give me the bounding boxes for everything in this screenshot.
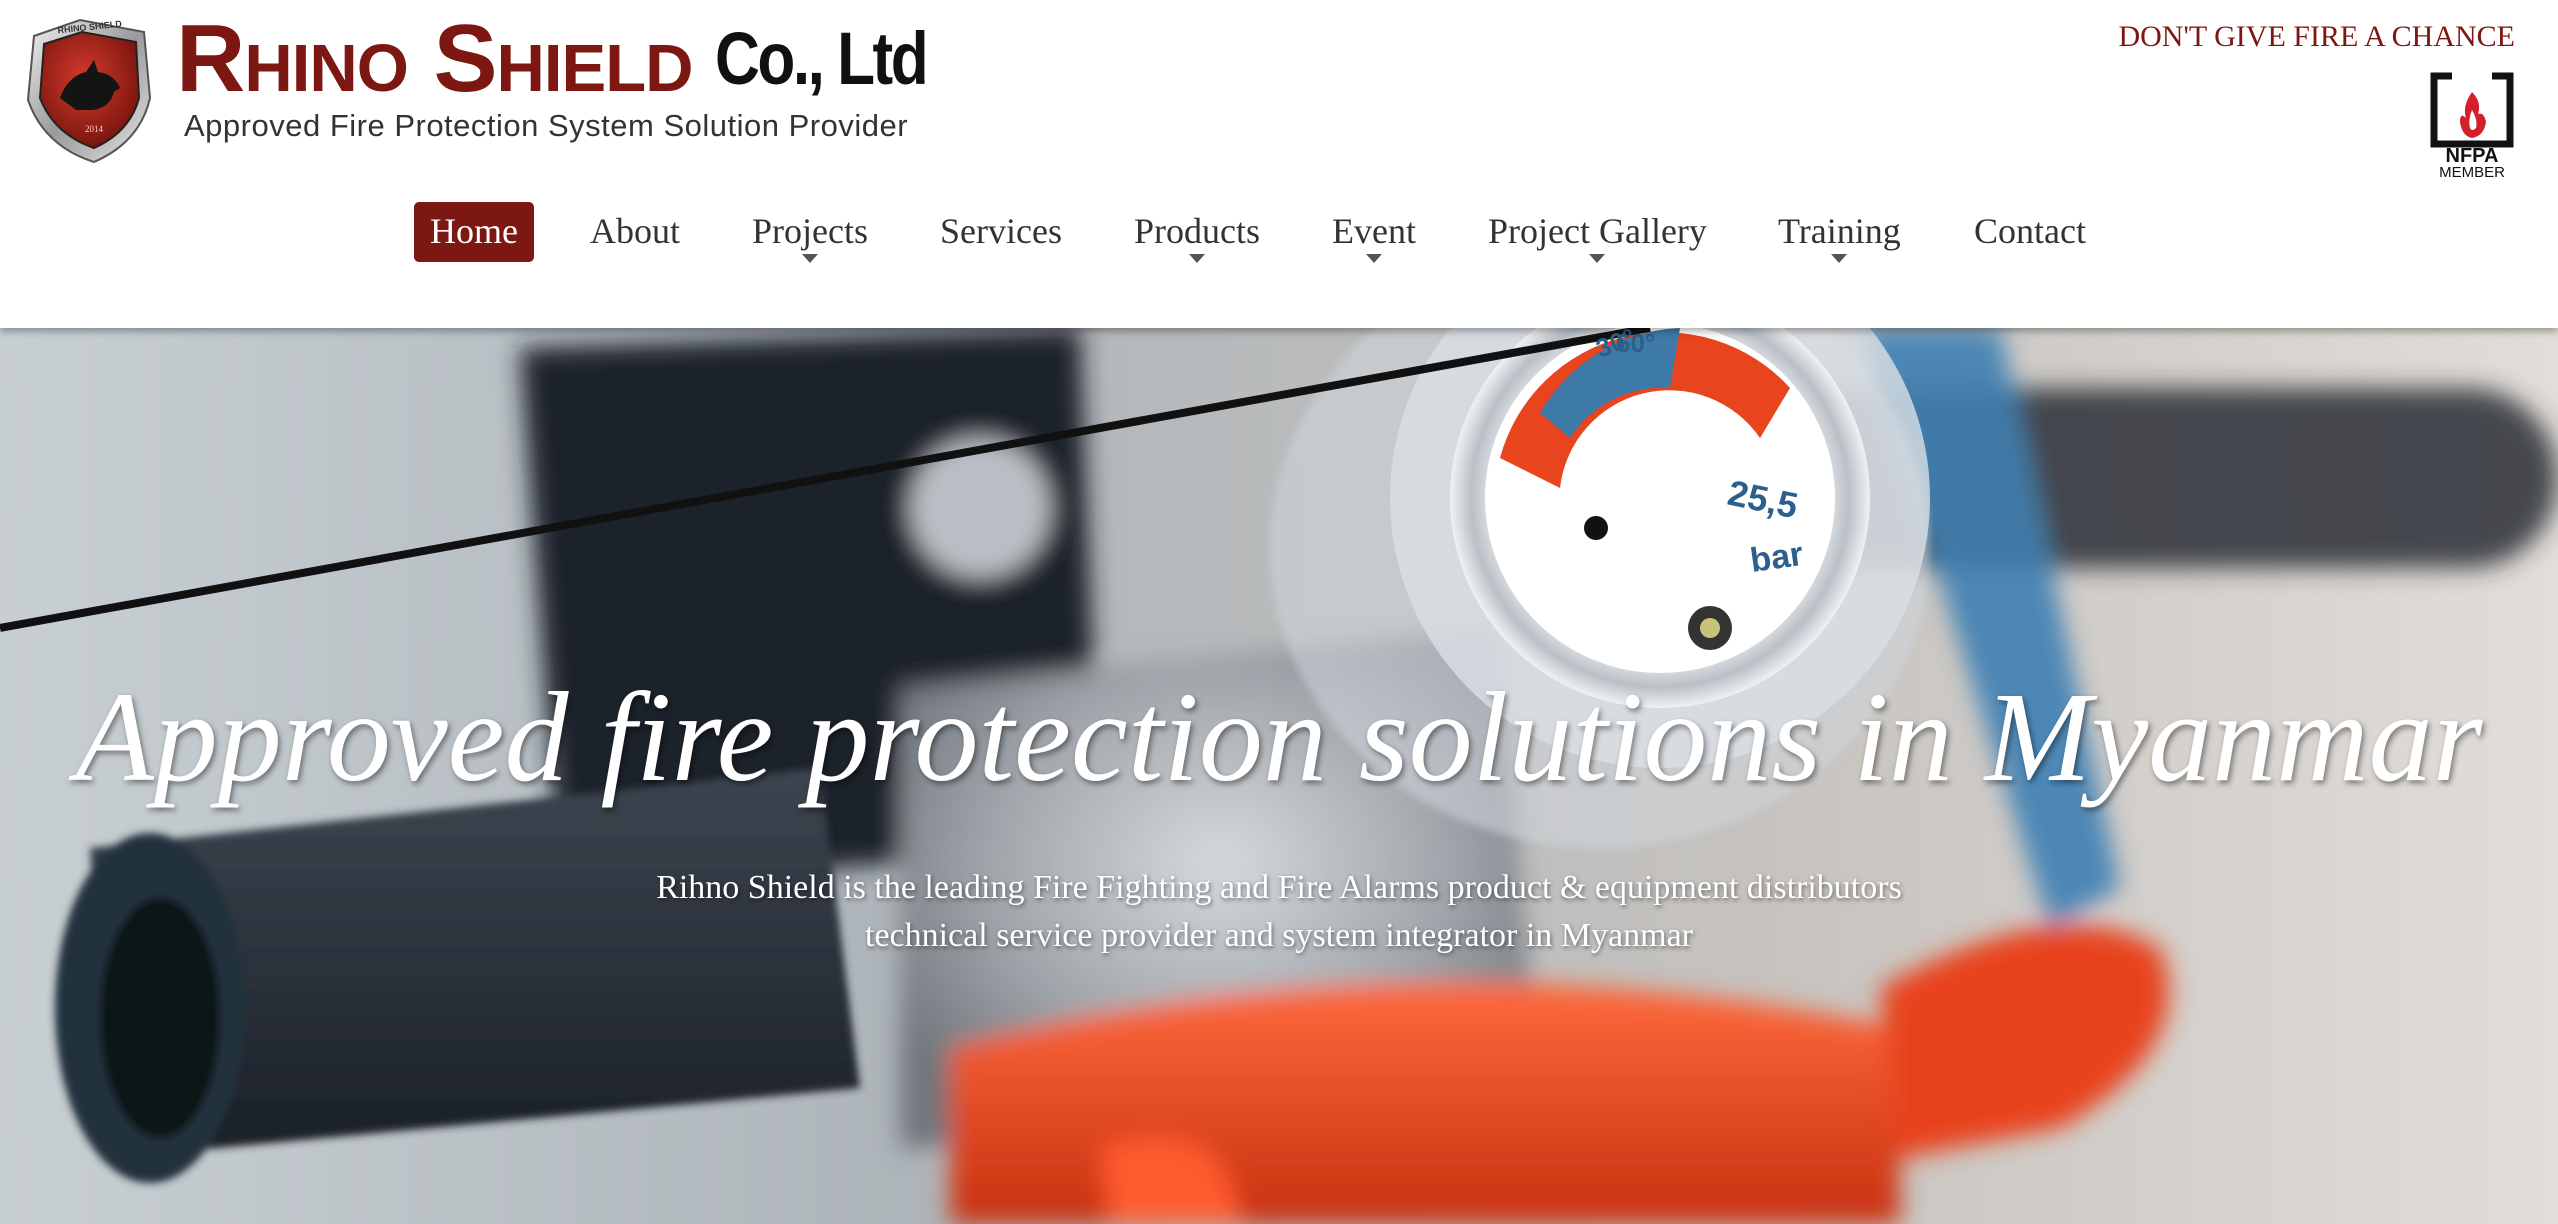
chevron-down-icon — [801, 254, 818, 263]
svg-text:2014: 2014 — [85, 124, 104, 134]
hero-subtitle-line-1: Rihno Shield is the leading Fire Fightin… — [656, 869, 1902, 906]
hero-subtitle-line-2: technical service provider and system in… — [865, 917, 1693, 954]
nav-contact[interactable]: Contact — [1958, 202, 2102, 262]
nav-services[interactable]: Services — [924, 202, 1078, 262]
nav-training-label: Training — [1778, 211, 1901, 251]
header-slogan: DON'T GIVE FIRE A CHANCE — [2118, 20, 2515, 53]
brand-suffix: Co., Ltd — [714, 17, 929, 100]
nav-about-label: About — [590, 211, 680, 251]
brand-title[interactable]: Rhino Shield Co., Ltd — [176, 6, 966, 111]
nav-services-label: Services — [940, 211, 1062, 251]
chevron-down-icon — [1589, 254, 1606, 263]
nav-products[interactable]: Products — [1118, 202, 1276, 263]
nav-projects-label: Projects — [752, 211, 868, 251]
hero-banner: 30° 60° 25,5 bar Approved fire protectio… — [0, 328, 2558, 1224]
nav-training[interactable]: Training — [1762, 202, 1917, 263]
rhino-shield-logo-badge[interactable]: RHINO SHIELD 2014 — [20, 14, 158, 166]
nav-products-label: Products — [1134, 211, 1260, 251]
chevron-down-icon — [1831, 254, 1848, 263]
chevron-down-icon — [1189, 254, 1205, 263]
nav-projects[interactable]: Projects — [736, 202, 884, 263]
site-header: RHINO SHIELD 2014 Rhino Shield Co., Ltd A… — [0, 0, 2558, 328]
nav-about[interactable]: About — [574, 202, 696, 262]
brand-tagline: Approved Fire Protection System Solution… — [184, 108, 909, 143]
main-navigation: Home About Projects Services Products Ev… — [0, 200, 2558, 268]
nav-event-label: Event — [1332, 211, 1416, 251]
brand-name: Rhino Shield — [176, 5, 694, 112]
nav-contact-label: Contact — [1974, 211, 2086, 251]
nfpa-member-logo: NFPA MEMBER — [2430, 72, 2514, 178]
hero-title: Approved fire protection solutions in My… — [75, 666, 2483, 808]
nav-event[interactable]: Event — [1316, 202, 1432, 263]
nav-project-gallery-label: Project Gallery — [1488, 211, 1707, 251]
nav-project-gallery[interactable]: Project Gallery — [1472, 202, 1723, 263]
nav-home[interactable]: Home — [414, 202, 534, 262]
svg-text:bar: bar — [1748, 535, 1806, 580]
hero-subtitle: Rihno Shield is the leading Fire Fightin… — [0, 864, 2558, 960]
nav-home-label: Home — [430, 211, 518, 251]
chevron-down-icon — [1365, 254, 1382, 263]
svg-text:60°: 60° — [1616, 328, 1655, 358]
svg-text:MEMBER: MEMBER — [2439, 164, 2505, 178]
